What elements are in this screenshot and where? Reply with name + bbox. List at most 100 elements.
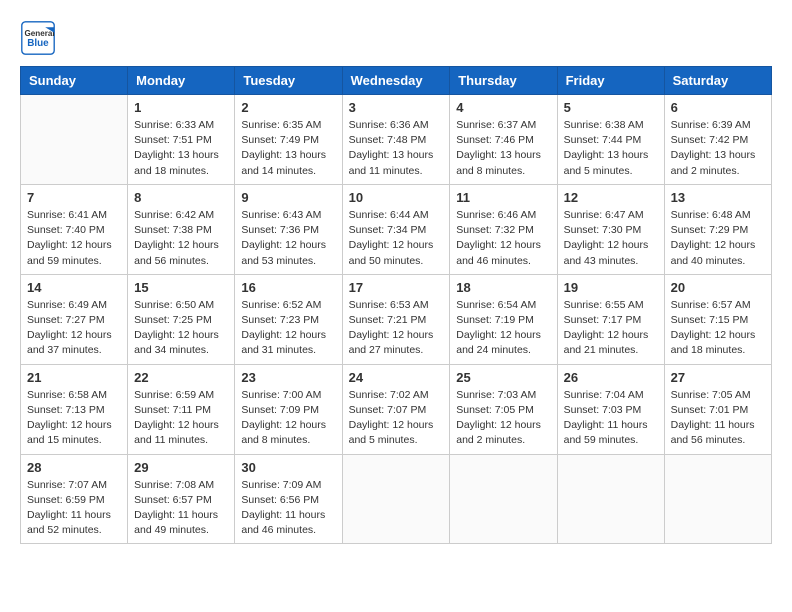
calendar-cell: 9Sunrise: 6:43 AM Sunset: 7:36 PM Daylig…: [235, 184, 342, 274]
day-number: 10: [349, 190, 444, 205]
day-info: Sunrise: 7:09 AM Sunset: 6:56 PM Dayligh…: [241, 478, 335, 539]
calendar-cell: [664, 454, 771, 544]
day-info: Sunrise: 6:36 AM Sunset: 7:48 PM Dayligh…: [349, 118, 444, 179]
calendar-cell: 5 Sunrise: 6:38 AM Sunset: 7:44 PM Daylig…: [557, 95, 664, 185]
calendar-cell: 4Sunrise: 6:37 AM Sunset: 7:46 PM Daylig…: [450, 95, 557, 185]
day-number: 26: [564, 370, 658, 385]
day-number: 8: [134, 190, 228, 205]
svg-text:Blue: Blue: [27, 38, 49, 49]
weekday-header-saturday: Saturday: [664, 67, 771, 95]
day-info: Sunrise: 6:41 AM Sunset: 7:40 PM Dayligh…: [27, 208, 121, 269]
day-number: 17: [349, 280, 444, 295]
day-number: 30: [241, 460, 335, 475]
day-info: Sunrise: 6:58 AM Sunset: 7:13 PM Dayligh…: [27, 388, 121, 449]
day-number: 27: [671, 370, 765, 385]
day-info: Sunrise: 7:03 AM Sunset: 7:05 PM Dayligh…: [456, 388, 550, 449]
calendar-week-row: 7 Sunrise: 6:41 AM Sunset: 7:40 PM Daylig…: [21, 184, 772, 274]
day-number: 12: [564, 190, 658, 205]
calendar-cell: [21, 95, 128, 185]
calendar-cell: 23 Sunrise: 7:00 AM Sunset: 7:09 PM Dayli…: [235, 364, 342, 454]
day-number: 28: [27, 460, 121, 475]
day-info: Sunrise: 6:38 AM Sunset: 7:44 PM Dayligh…: [564, 118, 658, 179]
calendar-cell: 8 Sunrise: 6:42 AM Sunset: 7:38 PM Daylig…: [128, 184, 235, 274]
logo-icon: General Blue: [20, 20, 56, 56]
day-number: 2: [241, 100, 335, 115]
day-info: Sunrise: 6:52 AM Sunset: 7:23 PM Dayligh…: [241, 298, 335, 359]
day-info: Sunrise: 6:44 AM Sunset: 7:34 PM Dayligh…: [349, 208, 444, 269]
calendar-week-row: 21Sunrise: 6:58 AM Sunset: 7:13 PM Dayli…: [21, 364, 772, 454]
day-number: 25: [456, 370, 550, 385]
calendar-week-row: 28 Sunrise: 7:07 AM Sunset: 6:59 PM Dayli…: [21, 454, 772, 544]
page-header: General Blue: [20, 20, 772, 56]
day-number: 3: [349, 100, 444, 115]
day-info: Sunrise: 6:47 AM Sunset: 7:30 PM Dayligh…: [564, 208, 658, 269]
day-number: 16: [241, 280, 335, 295]
calendar-cell: 12 Sunrise: 6:47 AM Sunset: 7:30 PM Dayli…: [557, 184, 664, 274]
weekday-header-monday: Monday: [128, 67, 235, 95]
day-info: Sunrise: 6:43 AM Sunset: 7:36 PM Dayligh…: [241, 208, 335, 269]
day-number: 23: [241, 370, 335, 385]
calendar-cell: 13 Sunrise: 6:48 AM Sunset: 7:29 PM Dayli…: [664, 184, 771, 274]
day-info: Sunrise: 6:50 AM Sunset: 7:25 PM Dayligh…: [134, 298, 228, 359]
calendar-cell: 29 Sunrise: 7:08 AM Sunset: 6:57 PM Dayli…: [128, 454, 235, 544]
calendar-week-row: 1Sunrise: 6:33 AM Sunset: 7:51 PM Daylig…: [21, 95, 772, 185]
day-info: Sunrise: 7:00 AM Sunset: 7:09 PM Dayligh…: [241, 388, 335, 449]
day-number: 1: [134, 100, 228, 115]
day-info: Sunrise: 6:53 AM Sunset: 7:21 PM Dayligh…: [349, 298, 444, 359]
day-info: Sunrise: 7:05 AM Sunset: 7:01 PM Dayligh…: [671, 388, 765, 449]
calendar-cell: 25 Sunrise: 7:03 AM Sunset: 7:05 PM Dayli…: [450, 364, 557, 454]
calendar-cell: 30 Sunrise: 7:09 AM Sunset: 6:56 PM Dayli…: [235, 454, 342, 544]
calendar-cell: 7 Sunrise: 6:41 AM Sunset: 7:40 PM Daylig…: [21, 184, 128, 274]
day-info: Sunrise: 6:46 AM Sunset: 7:32 PM Dayligh…: [456, 208, 550, 269]
calendar-cell: 1Sunrise: 6:33 AM Sunset: 7:51 PM Daylig…: [128, 95, 235, 185]
calendar-cell: [342, 454, 450, 544]
calendar-cell: 15Sunrise: 6:50 AM Sunset: 7:25 PM Dayli…: [128, 274, 235, 364]
calendar-cell: 14 Sunrise: 6:49 AM Sunset: 7:27 PM Dayli…: [21, 274, 128, 364]
day-number: 29: [134, 460, 228, 475]
day-number: 6: [671, 100, 765, 115]
calendar-cell: [450, 454, 557, 544]
day-number: 14: [27, 280, 121, 295]
day-info: Sunrise: 7:08 AM Sunset: 6:57 PM Dayligh…: [134, 478, 228, 539]
calendar-table: SundayMondayTuesdayWednesdayThursdayFrid…: [20, 66, 772, 544]
day-number: 20: [671, 280, 765, 295]
calendar-cell: 11Sunrise: 6:46 AM Sunset: 7:32 PM Dayli…: [450, 184, 557, 274]
day-info: Sunrise: 6:39 AM Sunset: 7:42 PM Dayligh…: [671, 118, 765, 179]
day-info: Sunrise: 6:57 AM Sunset: 7:15 PM Dayligh…: [671, 298, 765, 359]
calendar-cell: 28 Sunrise: 7:07 AM Sunset: 6:59 PM Dayli…: [21, 454, 128, 544]
calendar-cell: 21Sunrise: 6:58 AM Sunset: 7:13 PM Dayli…: [21, 364, 128, 454]
calendar-cell: 22 Sunrise: 6:59 AM Sunset: 7:11 PM Dayli…: [128, 364, 235, 454]
weekday-header-sunday: Sunday: [21, 67, 128, 95]
calendar-cell: 6 Sunrise: 6:39 AM Sunset: 7:42 PM Daylig…: [664, 95, 771, 185]
day-number: 7: [27, 190, 121, 205]
calendar-cell: 24Sunrise: 7:02 AM Sunset: 7:07 PM Dayli…: [342, 364, 450, 454]
day-info: Sunrise: 6:54 AM Sunset: 7:19 PM Dayligh…: [456, 298, 550, 359]
day-number: 18: [456, 280, 550, 295]
day-number: 13: [671, 190, 765, 205]
svg-text:General: General: [25, 29, 55, 38]
day-number: 24: [349, 370, 444, 385]
day-info: Sunrise: 6:55 AM Sunset: 7:17 PM Dayligh…: [564, 298, 658, 359]
weekday-header-friday: Friday: [557, 67, 664, 95]
calendar-cell: 16 Sunrise: 6:52 AM Sunset: 7:23 PM Dayli…: [235, 274, 342, 364]
calendar-cell: [557, 454, 664, 544]
calendar-cell: 27 Sunrise: 7:05 AM Sunset: 7:01 PM Dayli…: [664, 364, 771, 454]
calendar-cell: 10 Sunrise: 6:44 AM Sunset: 7:34 PM Dayli…: [342, 184, 450, 274]
calendar-cell: 19 Sunrise: 6:55 AM Sunset: 7:17 PM Dayli…: [557, 274, 664, 364]
day-info: Sunrise: 7:04 AM Sunset: 7:03 PM Dayligh…: [564, 388, 658, 449]
day-number: 4: [456, 100, 550, 115]
calendar-cell: 2Sunrise: 6:35 AM Sunset: 7:49 PM Daylig…: [235, 95, 342, 185]
calendar-cell: 20 Sunrise: 6:57 AM Sunset: 7:15 PM Dayli…: [664, 274, 771, 364]
day-info: Sunrise: 6:49 AM Sunset: 7:27 PM Dayligh…: [27, 298, 121, 359]
weekday-header-thursday: Thursday: [450, 67, 557, 95]
day-info: Sunrise: 7:07 AM Sunset: 6:59 PM Dayligh…: [27, 478, 121, 539]
day-number: 22: [134, 370, 228, 385]
weekday-header-row: SundayMondayTuesdayWednesdayThursdayFrid…: [21, 67, 772, 95]
day-number: 5: [564, 100, 658, 115]
day-number: 19: [564, 280, 658, 295]
day-info: Sunrise: 6:42 AM Sunset: 7:38 PM Dayligh…: [134, 208, 228, 269]
calendar-cell: 3 Sunrise: 6:36 AM Sunset: 7:48 PM Daylig…: [342, 95, 450, 185]
calendar-week-row: 14 Sunrise: 6:49 AM Sunset: 7:27 PM Dayli…: [21, 274, 772, 364]
day-info: Sunrise: 6:59 AM Sunset: 7:11 PM Dayligh…: [134, 388, 228, 449]
day-info: Sunrise: 6:48 AM Sunset: 7:29 PM Dayligh…: [671, 208, 765, 269]
